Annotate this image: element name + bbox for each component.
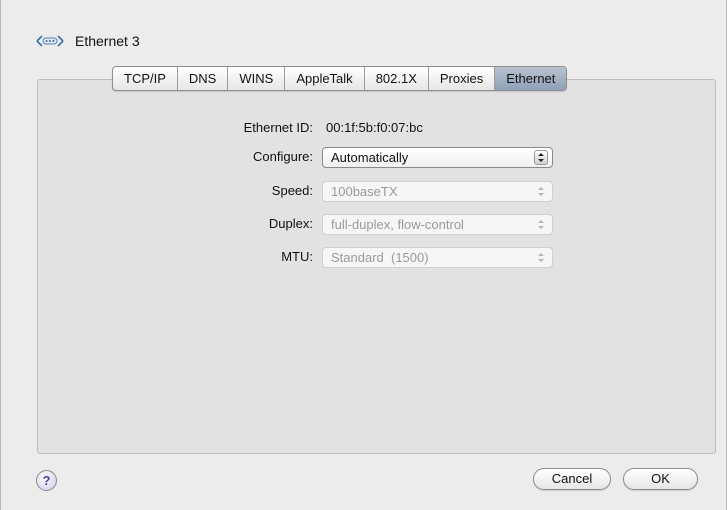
mtu-label: MTU: — [281, 249, 313, 264]
network-advanced-sheet: Ethernet 3 TCP/IP DNS WINS AppleTalk 802… — [0, 0, 727, 510]
ethernet-id-label: Ethernet ID: — [243, 120, 313, 135]
mtu-row: MTU: Standard (1500) — [1, 247, 727, 268]
network-ethernet-icon — [35, 32, 65, 50]
mtu-value: Standard (1500) — [331, 250, 429, 265]
sheet-header: Ethernet 3 — [35, 29, 140, 53]
speed-row: Speed: 100baseTX — [1, 181, 727, 202]
tab-bar: TCP/IP DNS WINS AppleTalk 802.1X Proxies… — [112, 66, 568, 91]
tab-wins[interactable]: WINS — [228, 67, 286, 90]
duplex-value: full-duplex, flow-control — [331, 217, 464, 232]
tab-8021x[interactable]: 802.1X — [365, 67, 429, 90]
tab-dns[interactable]: DNS — [178, 67, 229, 90]
question-mark-icon: ? — [42, 473, 51, 488]
speed-popup[interactable]: 100baseTX — [322, 181, 553, 202]
help-button[interactable]: ? — [36, 470, 57, 491]
updown-arrows-icon — [534, 150, 548, 165]
tab-tcpip[interactable]: TCP/IP — [113, 67, 178, 90]
cancel-button[interactable]: Cancel — [533, 468, 611, 490]
configure-label: Configure: — [253, 149, 313, 164]
tab-proxies[interactable]: Proxies — [429, 67, 496, 90]
ethernet-id-row: Ethernet ID: 00:1f:5b:f0:07:bc — [1, 118, 727, 138]
mtu-popup[interactable]: Standard (1500) — [322, 247, 553, 268]
tab-appletalk[interactable]: AppleTalk — [285, 67, 365, 90]
updown-arrows-icon — [534, 184, 548, 199]
speed-label: Speed: — [271, 183, 313, 198]
ethernet-id-value: 00:1f:5b:f0:07:bc — [326, 120, 423, 135]
updown-arrows-icon — [534, 217, 548, 232]
ok-button[interactable]: OK — [623, 468, 698, 490]
speed-value: 100baseTX — [331, 184, 398, 199]
duplex-row: Duplex: full-duplex, flow-control — [1, 214, 727, 235]
duplex-label: Duplex: — [268, 216, 313, 231]
configure-row: Configure: Automatically — [1, 147, 727, 168]
configure-value: Automatically — [331, 150, 409, 165]
duplex-popup[interactable]: full-duplex, flow-control — [322, 214, 553, 235]
interface-title: Ethernet 3 — [75, 33, 140, 49]
updown-arrows-icon — [534, 250, 548, 265]
tab-ethernet[interactable]: Ethernet — [495, 67, 567, 90]
configure-popup[interactable]: Automatically — [322, 147, 553, 168]
